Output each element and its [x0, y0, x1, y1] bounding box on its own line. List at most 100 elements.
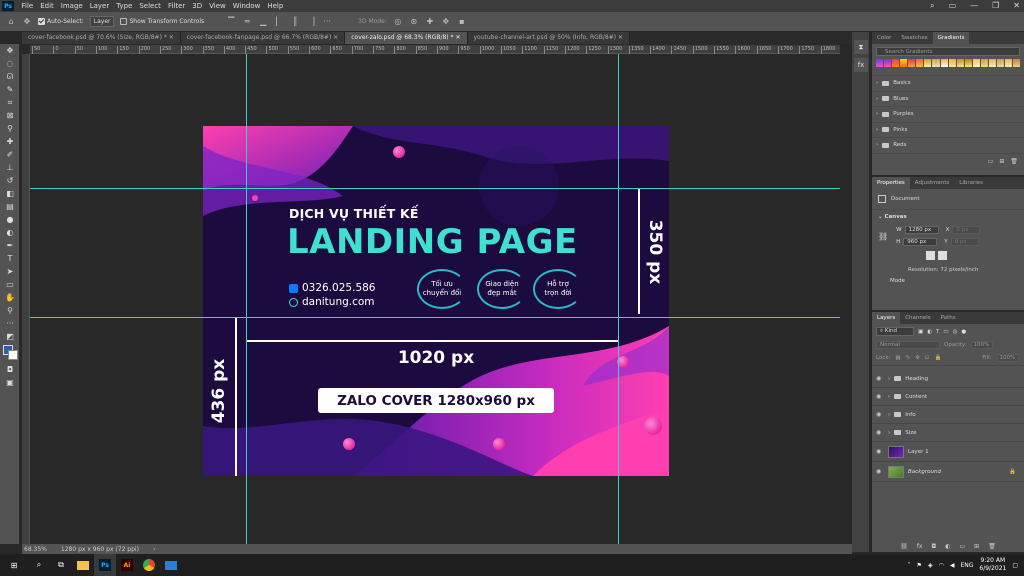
- workspace-icon[interactable]: ▭: [949, 0, 957, 12]
- tab-cover-facebook-fanpage[interactable]: cover-facebook-fanpage.psd @ 66.7% (RGB/…: [180, 32, 346, 44]
- more-options-icon[interactable]: ···: [322, 17, 332, 26]
- search-icon[interactable]: ⌕: [28, 554, 50, 576]
- portrait-icon[interactable]: [926, 251, 936, 260]
- new-layer-icon[interactable]: ⊞: [974, 543, 979, 550]
- lock-all-icon[interactable]: 🔒: [934, 355, 941, 361]
- lasso-tool-icon[interactable]: ᘏ: [0, 70, 20, 83]
- clock[interactable]: 9:20 AM 6/9/2021: [979, 557, 1006, 573]
- artwork-canvas[interactable]: DỊCH VỤ THIẾT KẾ LANDING PAGE 0326.025.5…: [203, 126, 669, 476]
- blur-tool-icon[interactable]: ●: [0, 213, 20, 226]
- align-right-icon[interactable]: ▕: [306, 17, 316, 26]
- layer-row-size[interactable]: ◉ › Size: [872, 424, 1024, 442]
- zoom-level[interactable]: 68.35%: [24, 546, 47, 553]
- eye-icon[interactable]: ◉: [876, 393, 884, 400]
- gradient-swatch[interactable]: [972, 59, 980, 67]
- illustrator-taskbar-icon[interactable]: Ai: [116, 554, 138, 576]
- align-bottom-icon[interactable]: ▁: [258, 17, 268, 26]
- menu-type[interactable]: Type: [113, 0, 136, 12]
- orbit-3d-icon[interactable]: ◎: [393, 17, 403, 26]
- marquee-tool-icon[interactable]: ◌: [0, 57, 20, 70]
- tab-cover-facebook[interactable]: cover-facebook.psd @ 70.6% (Size, RGB/8#…: [22, 32, 181, 44]
- brush-tool-icon[interactable]: ✐: [0, 148, 20, 161]
- lock-paint-icon[interactable]: ✎: [906, 355, 911, 361]
- menu-file[interactable]: File: [18, 0, 37, 12]
- quick-mask-icon[interactable]: ◘: [0, 363, 20, 376]
- layer-row-background[interactable]: ◉ Background 🔒: [872, 462, 1024, 482]
- auto-select-checkbox[interactable]: Auto-Select:: [38, 18, 84, 25]
- gradient-swatch[interactable]: [1005, 59, 1013, 67]
- chevron-right-icon[interactable]: ›: [888, 376, 890, 382]
- healing-brush-tool-icon[interactable]: ✚: [0, 135, 20, 148]
- guide-horizontal[interactable]: [30, 188, 840, 189]
- gradient-folder-reds[interactable]: › Reds: [872, 138, 1024, 154]
- tab-gradients[interactable]: Gradients: [932, 32, 970, 44]
- align-top-icon[interactable]: ▔: [226, 17, 236, 26]
- gradient-swatch[interactable]: [916, 59, 924, 67]
- dodge-tool-icon[interactable]: ◐: [0, 226, 20, 239]
- tab-channels[interactable]: Channels: [900, 312, 935, 324]
- color-swatches[interactable]: [0, 343, 20, 363]
- more-tools-icon[interactable]: ···: [0, 317, 20, 330]
- trash-icon[interactable]: 🗑: [988, 543, 996, 550]
- quick-select-tool-icon[interactable]: ✎: [0, 83, 20, 96]
- maximize-button[interactable]: ❐: [992, 0, 999, 12]
- rectangle-tool-icon[interactable]: ▭: [0, 278, 20, 291]
- eye-icon[interactable]: ◉: [876, 375, 884, 382]
- minimize-button[interactable]: —: [970, 0, 978, 12]
- default-colors-icon[interactable]: ◩: [0, 330, 20, 343]
- new-gradient-icon[interactable]: ⊞: [999, 158, 1004, 165]
- filter-shape-icon[interactable]: ▭: [943, 329, 948, 335]
- layer-row-content[interactable]: ◉ › Content: [872, 388, 1024, 406]
- gradient-folder-blues[interactable]: › Blues: [872, 92, 1024, 107]
- menu-3d[interactable]: 3D: [189, 0, 206, 12]
- gradient-swatch[interactable]: [884, 59, 892, 67]
- align-middle-icon[interactable]: ═: [242, 17, 252, 26]
- menu-image[interactable]: Image: [57, 0, 86, 12]
- chevron-right-icon[interactable]: ›: [888, 394, 890, 400]
- guide-horizontal[interactable]: [30, 317, 840, 318]
- kind-filter-dropdown[interactable]: ⌕ Kind: [876, 327, 914, 336]
- filter-smart-icon[interactable]: ◎: [953, 329, 958, 335]
- history-panel-icon[interactable]: ⧗: [854, 40, 868, 54]
- tab-libraries[interactable]: Libraries: [954, 177, 988, 189]
- lock-pixels-icon[interactable]: ▦: [895, 355, 900, 361]
- hand-tool-icon[interactable]: ✋: [0, 291, 20, 304]
- search-icon[interactable]: ⌕: [930, 0, 934, 12]
- tab-color[interactable]: Color: [872, 32, 896, 44]
- tab-cover-zalo[interactable]: cover-zalo.psd @ 68.3% (RGB/8) * ✕: [345, 32, 468, 44]
- filter-adjust-icon[interactable]: ◐: [927, 329, 932, 335]
- tab-swatches[interactable]: Swatches: [896, 32, 932, 44]
- landscape-icon[interactable]: [938, 251, 948, 260]
- y-input[interactable]: 0 px: [950, 238, 979, 246]
- frame-tool-icon[interactable]: ⊠: [0, 109, 20, 122]
- move-tool-icon[interactable]: ✥: [22, 17, 32, 26]
- tab-layers[interactable]: Layers: [872, 312, 901, 324]
- lock-move-icon[interactable]: ✥: [915, 355, 920, 361]
- menu-filter[interactable]: Filter: [164, 0, 188, 12]
- filter-toggle-icon[interactable]: ●: [961, 329, 966, 335]
- x-input[interactable]: 0 px: [952, 226, 981, 234]
- scale-3d-icon[interactable]: ▪: [457, 17, 467, 26]
- eye-icon[interactable]: ◉: [876, 468, 884, 475]
- tray-app-icon[interactable]: ⚑: [917, 562, 922, 569]
- history-brush-tool-icon[interactable]: ↺: [0, 174, 20, 187]
- gradient-swatch[interactable]: [940, 59, 948, 67]
- close-button[interactable]: ✕: [1013, 0, 1020, 12]
- link-icon[interactable]: ⛓: [878, 232, 888, 260]
- home-icon[interactable]: ⌂: [6, 17, 16, 26]
- volume-icon[interactable]: ◀: [950, 562, 955, 569]
- notification-icon[interactable]: ▢: [1012, 562, 1018, 569]
- link-layers-icon[interactable]: ⛓: [900, 543, 908, 550]
- tab-properties[interactable]: Properties: [872, 177, 910, 189]
- tab-adjustments[interactable]: Adjustments: [910, 177, 954, 189]
- height-input[interactable]: 960 px: [903, 238, 938, 246]
- type-tool-icon[interactable]: T: [0, 252, 20, 265]
- gradient-swatch[interactable]: [1013, 59, 1021, 67]
- tab-youtube-channel-art[interactable]: youtube-channel-art.psd @ 50% (Info, RGB…: [467, 32, 631, 44]
- layer-style-icon[interactable]: fx: [917, 543, 923, 550]
- pan-3d-icon[interactable]: ✚: [425, 17, 435, 26]
- task-view-icon[interactable]: ⧉: [50, 554, 72, 576]
- gradient-swatch[interactable]: [892, 59, 900, 67]
- trash-icon[interactable]: 🗑: [1010, 158, 1018, 165]
- menu-edit[interactable]: Edit: [37, 0, 58, 12]
